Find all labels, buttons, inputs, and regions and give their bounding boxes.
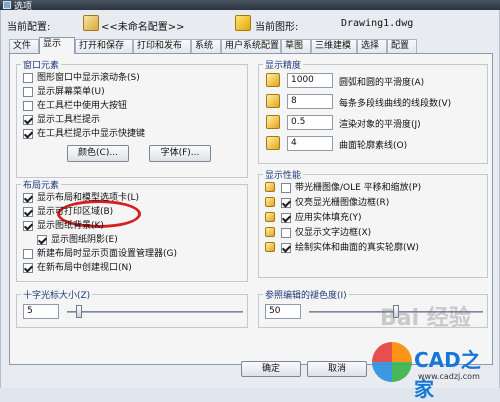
cancel-button[interactable]: 取消: [307, 361, 367, 377]
checkbox-box[interactable]: [281, 183, 291, 193]
tab-display[interactable]: 显示: [39, 37, 75, 54]
watermark: CAD之家 www.cadzj.com: [362, 342, 500, 401]
checkbox-box[interactable]: [23, 207, 33, 217]
checkbox-box[interactable]: [23, 129, 33, 139]
checkbox-label: 显示屏幕菜单(U): [37, 87, 105, 97]
checkbox-label: 应用实体填充(Y): [295, 213, 362, 223]
fonts-button[interactable]: 字体(F)...: [149, 145, 211, 162]
window-elements-title: 窗口元素: [21, 58, 62, 71]
checkbox-label: 绘制实体和曲面的真实轮廓(W): [295, 243, 419, 253]
crosshair-size-title: 十字光标大小(Z): [21, 288, 93, 301]
checkbox-label: 在工具栏中使用大按钮: [37, 101, 128, 111]
checkbox-label: 在工具栏提示中显示快捷键: [37, 129, 146, 139]
tab-files[interactable]: 文件: [9, 39, 39, 53]
checkbox-box[interactable]: [281, 213, 291, 223]
checkbox-box[interactable]: [23, 101, 33, 111]
crosshair-slider-track[interactable]: [67, 311, 243, 313]
display-performance-group: 显示性能 带光栅图像/OLE 平移和缩放(P) 仅亮显光栅图像边框(R) 应用实…: [258, 168, 488, 278]
checkbox-box[interactable]: [23, 87, 33, 97]
checkbox-box[interactable]: [23, 263, 33, 273]
checkbox-label: 显示布局和模型选项卡(L): [37, 193, 140, 203]
watermark-url: www.cadzj.com: [418, 372, 480, 381]
checkbox-box[interactable]: [37, 235, 47, 245]
drawing-icon: [235, 15, 251, 31]
checkbox-label: 显示图纸背景(K): [37, 221, 104, 231]
checkbox-label: 显示工具栏提示: [37, 115, 101, 125]
checkbox-label: 带光栅图像/OLE 平移和缩放(P): [295, 183, 422, 193]
tab-profiles[interactable]: 配置: [387, 39, 417, 53]
contour-lines-label: 曲面轮廓素线(O): [339, 141, 408, 151]
checkbox-box[interactable]: [23, 115, 33, 125]
arc-smoothness-input[interactable]: 1000: [287, 73, 333, 88]
crosshair-size-group: 十字光标大小(Z) 5: [16, 288, 248, 328]
watermark-faint-text: Bai 经验: [380, 306, 471, 331]
checkbox-label: 在新布局中创建视口(N): [37, 263, 132, 273]
raster-frame-icon: [265, 197, 275, 207]
tab-drafting[interactable]: 草图: [281, 39, 311, 53]
polyline-segments-input[interactable]: 8: [287, 94, 333, 109]
display-resolution-title: 显示精度: [263, 58, 304, 71]
cad-logo-icon: [372, 342, 412, 382]
reference-edit-fade-title: 参照编辑的褪色度(I): [263, 288, 349, 301]
arc-smoothness-icon: [266, 73, 280, 87]
layout-elements-group: 布局元素 显示布局和模型选项卡(L) 显示可打印区域(B) 显示图纸背景(K) …: [16, 178, 248, 282]
checkbox-label: 仅显示文字边框(X): [295, 228, 372, 238]
tab-open-save[interactable]: 打开和保存: [75, 39, 133, 53]
checkbox-box[interactable]: [23, 249, 33, 259]
tab-plot-publish[interactable]: 打印和发布: [133, 39, 191, 53]
current-profile-value: <<未命名配置>>: [101, 22, 185, 33]
checkbox-label: 图形窗口中显示滚动条(S): [37, 73, 140, 83]
checkbox-label: 显示图纸阴影(E): [51, 235, 118, 245]
polyline-segments-label: 每条多段线曲线的线段数(V): [339, 99, 452, 109]
rendered-smoothness-input[interactable]: 0.5: [287, 115, 333, 130]
reference-edit-fade-input[interactable]: 50: [265, 304, 301, 319]
crosshair-size-input[interactable]: 5: [23, 304, 59, 319]
checkbox-box[interactable]: [281, 243, 291, 253]
rendered-smoothness-icon: [266, 115, 280, 129]
ok-button[interactable]: 确定: [241, 361, 301, 377]
raster-pan-icon: [265, 182, 275, 192]
text-frame-icon: [265, 227, 275, 237]
window-elements-group: 窗口元素 图形窗口中显示滚动条(S) 显示屏幕菜单(U) 在工具栏中使用大按钮 …: [16, 58, 248, 178]
tab-system[interactable]: 系统: [191, 39, 221, 53]
arc-smoothness-label: 圆弧和圆的平滑度(A): [339, 78, 425, 88]
current-drawing-label: 当前图形:: [255, 22, 299, 33]
checkbox-box[interactable]: [23, 193, 33, 203]
checkbox-box[interactable]: [281, 228, 291, 238]
tab-3d-modeling[interactable]: 三维建模: [311, 39, 357, 53]
rendered-smoothness-label: 渲染对象的平滑度(J): [339, 120, 421, 130]
checkbox-box[interactable]: [23, 73, 33, 83]
display-resolution-group: 显示精度 1000 圆弧和圆的平滑度(A) 8 每条多段线曲线的线段数(V) 0…: [258, 58, 488, 164]
tab-selection[interactable]: 选择: [357, 39, 387, 53]
tab-strip: 文件 显示 打开和保存 打印和发布 系统 用户系统配置 草图 三维建模 选择 配…: [9, 37, 493, 54]
contour-lines-input[interactable]: 4: [287, 136, 333, 151]
checkbox-label: 新建布局时显示页面设置管理器(G): [37, 249, 177, 259]
profile-icon: [83, 15, 99, 31]
current-profile-label: 当前配置:: [7, 22, 51, 33]
current-drawing-value: Drawing1.dwg: [341, 18, 414, 29]
tab-user-preferences[interactable]: 用户系统配置: [221, 39, 281, 53]
title-bar: 选项: [0, 0, 500, 12]
colors-button[interactable]: 颜色(C)...: [67, 145, 129, 162]
checkbox-label: 仅亮显光栅图像边框(R): [295, 198, 390, 208]
layout-elements-title: 布局元素: [21, 178, 62, 191]
checkbox-box[interactable]: [23, 221, 33, 231]
silhouette-icon: [265, 242, 275, 252]
app-icon: [3, 1, 11, 9]
display-performance-title: 显示性能: [263, 168, 304, 181]
solid-fill-icon: [265, 212, 275, 222]
polyline-segments-icon: [266, 94, 280, 108]
contour-lines-icon: [266, 136, 280, 150]
checkbox-box[interactable]: [281, 198, 291, 208]
checkbox-label: 显示可打印区域(B): [37, 207, 114, 217]
crosshair-slider-thumb[interactable]: [75, 305, 82, 318]
